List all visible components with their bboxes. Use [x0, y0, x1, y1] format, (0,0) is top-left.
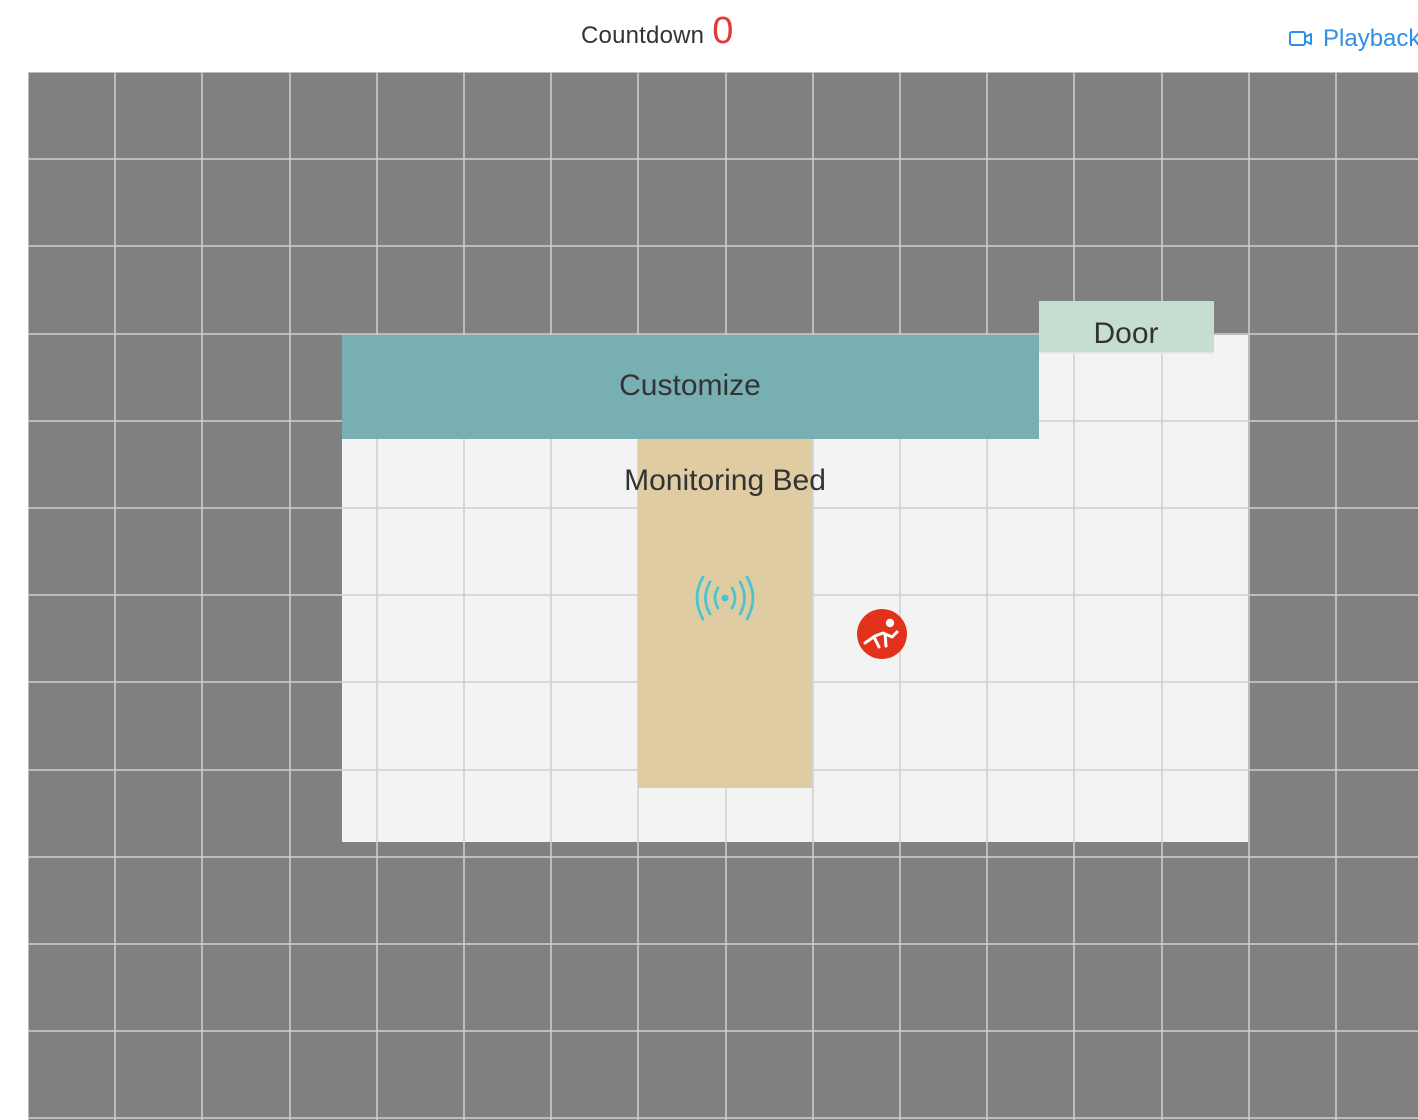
playback-button[interactable]: Playback [1289, 25, 1418, 53]
door-zone-label: Door [1093, 317, 1158, 350]
countdown-value: 0 [712, 10, 734, 52]
video-camera-icon [1289, 30, 1313, 48]
room-map[interactable]: Customize Door Monitoring Bed [28, 72, 1418, 1120]
countdown-label: Countdown [581, 22, 705, 49]
top-bar: Countdown 0 Playback [0, 0, 1418, 72]
fall-alert-icon[interactable] [857, 609, 907, 659]
countdown: Countdown 0 [581, 12, 733, 50]
monitoring-bed-label: Monitoring Bed [624, 464, 826, 497]
playback-label: Playback [1323, 25, 1418, 52]
customize-zone-label: Customize [619, 369, 761, 402]
